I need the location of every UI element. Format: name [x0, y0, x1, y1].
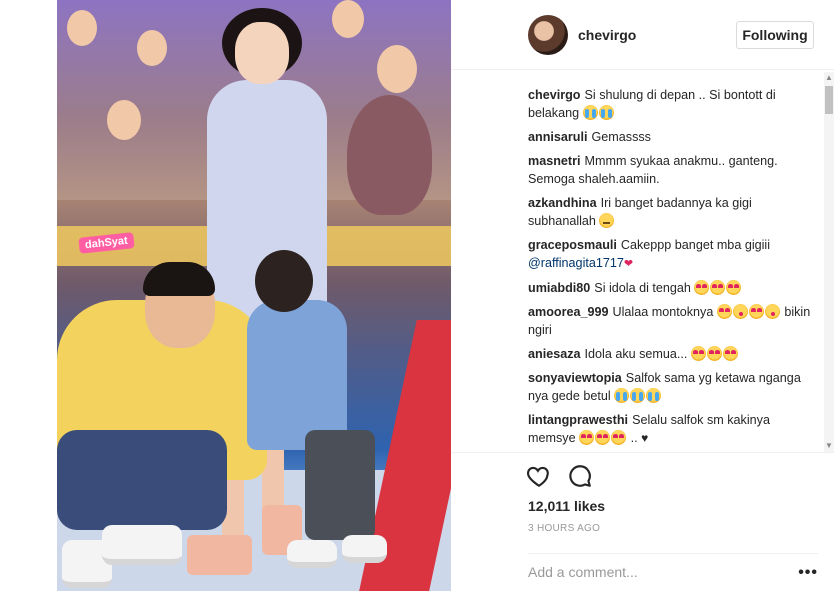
scroll-up-arrow-icon[interactable]: ▲	[824, 72, 834, 84]
comment-item: umiabdi80 Si idola di tengah	[528, 279, 818, 297]
man-sneaker	[102, 525, 182, 565]
cry-emoji-icon	[646, 388, 662, 403]
comment-text-after: ..	[630, 431, 638, 445]
child-shoe	[287, 540, 337, 568]
crowd-face	[67, 10, 97, 46]
crowd-face	[107, 100, 141, 140]
cry-emoji-icon	[582, 105, 598, 120]
add-comment-bar: •••	[528, 553, 818, 591]
child-shirt	[247, 300, 347, 450]
post-actions: 12,011 likes 3 HOURS AGO •••	[451, 452, 834, 591]
comment-mention-link[interactable]: @raffinagita1717	[528, 256, 624, 270]
heart-eyes-emoji-icon	[722, 346, 738, 361]
heart-eyes-emoji-icon	[726, 280, 742, 295]
comment-username[interactable]: annisaruli	[528, 130, 588, 144]
comment-item: annisaruli Gemassss	[528, 128, 818, 146]
comment-item: masnetri Mmmm syukaa anakmu.. ganteng. Se…	[528, 152, 818, 188]
crowd-face	[137, 30, 167, 66]
kiss-emoji-icon	[764, 304, 780, 319]
man-hair	[143, 262, 215, 296]
heart-eyes-emoji-icon	[748, 304, 764, 319]
heart-eyes-emoji-icon	[694, 280, 710, 295]
like-count[interactable]: 12,011 likes	[528, 498, 605, 514]
comment-text: Cakeppp banget mba gigiii	[620, 238, 771, 252]
add-comment-input[interactable]	[528, 564, 778, 580]
more-options-button[interactable]: •••	[798, 564, 818, 582]
comments-scrollbar[interactable]: ▲ ▼	[824, 72, 834, 452]
comment-item: chevirgo Si shulung di depan .. Si bontot…	[528, 86, 818, 122]
comment-username[interactable]: chevirgo	[528, 88, 581, 102]
comment-text: Gemassss	[591, 130, 651, 144]
comment-item: aniesaza Idola aku semua...	[528, 345, 818, 363]
neutral-emoji-icon	[599, 213, 615, 228]
black-heart-icon: ♥	[641, 431, 649, 445]
comment-username[interactable]: amoorea_999	[528, 305, 609, 319]
child-head	[255, 250, 313, 312]
post-header: chevirgo Following	[451, 0, 834, 70]
crowd-face	[332, 0, 364, 38]
heart-eyes-emoji-icon	[706, 346, 722, 361]
comment-username[interactable]: umiabdi80	[528, 281, 590, 295]
comment-item: sonyaviewtopia Salfok sama yg ketawa ngan…	[528, 369, 818, 405]
kiss-emoji-icon	[732, 304, 748, 319]
comment-item: azkandhina Iri banget badannya ka gigi su…	[528, 194, 818, 230]
comment-text: Si idola di tengah	[594, 281, 691, 295]
woman-shoe	[187, 535, 252, 575]
heart-outline-icon[interactable]	[526, 463, 552, 489]
comment-item: amoorea_999 Ulalaa montoknya bikin ngiri	[528, 303, 818, 339]
comment-username[interactable]: sonyaviewtopia	[528, 371, 622, 385]
comment-username[interactable]: graceposmauli	[528, 238, 617, 252]
comment-item: lintangprawesthi Selalu salfok sm kakinya…	[528, 411, 818, 447]
comments-list: chevirgo Si shulung di depan .. Si bontot…	[528, 86, 818, 448]
child-shoe	[342, 535, 387, 563]
heart-icon: ❤	[623, 258, 634, 270]
heart-eyes-emoji-icon	[579, 430, 595, 445]
crowd-person	[347, 95, 432, 215]
heart-eyes-emoji-icon	[611, 430, 627, 445]
cry-emoji-icon	[614, 388, 630, 403]
comment-text: Idola aku semua...	[584, 347, 688, 361]
following-button[interactable]: Following	[736, 21, 814, 49]
scroll-thumb[interactable]	[825, 86, 833, 114]
post-photo[interactable]: dahSyat	[57, 0, 451, 591]
cry-emoji-icon	[630, 388, 646, 403]
post-timestamp[interactable]: 3 HOURS AGO	[528, 523, 600, 534]
heart-eyes-emoji-icon	[716, 304, 732, 319]
child-pants	[305, 430, 375, 540]
comment-username[interactable]: aniesaza	[528, 347, 581, 361]
cry-emoji-icon	[598, 105, 614, 120]
avatar[interactable]	[528, 15, 568, 55]
heart-eyes-emoji-icon	[690, 346, 706, 361]
speech-bubble-icon[interactable]	[567, 463, 593, 489]
crowd-face	[377, 45, 417, 93]
man-jeans	[57, 430, 227, 530]
username-link[interactable]: chevirgo	[578, 27, 636, 43]
heart-eyes-emoji-icon	[710, 280, 726, 295]
heart-eyes-emoji-icon	[595, 430, 611, 445]
post-sidebar: chevirgo Following chevirgo Si shulung di…	[451, 0, 834, 591]
comment-item: graceposmauli Cakeppp banget mba gigiii @…	[528, 236, 818, 273]
comment-username[interactable]: lintangprawesthi	[528, 413, 628, 427]
comment-username[interactable]: masnetri	[528, 154, 581, 168]
comment-username[interactable]: azkandhina	[528, 196, 597, 210]
scroll-down-arrow-icon[interactable]: ▼	[824, 440, 834, 452]
comment-text: Ulalaa montoknya	[612, 305, 714, 319]
woman-face	[235, 22, 289, 84]
